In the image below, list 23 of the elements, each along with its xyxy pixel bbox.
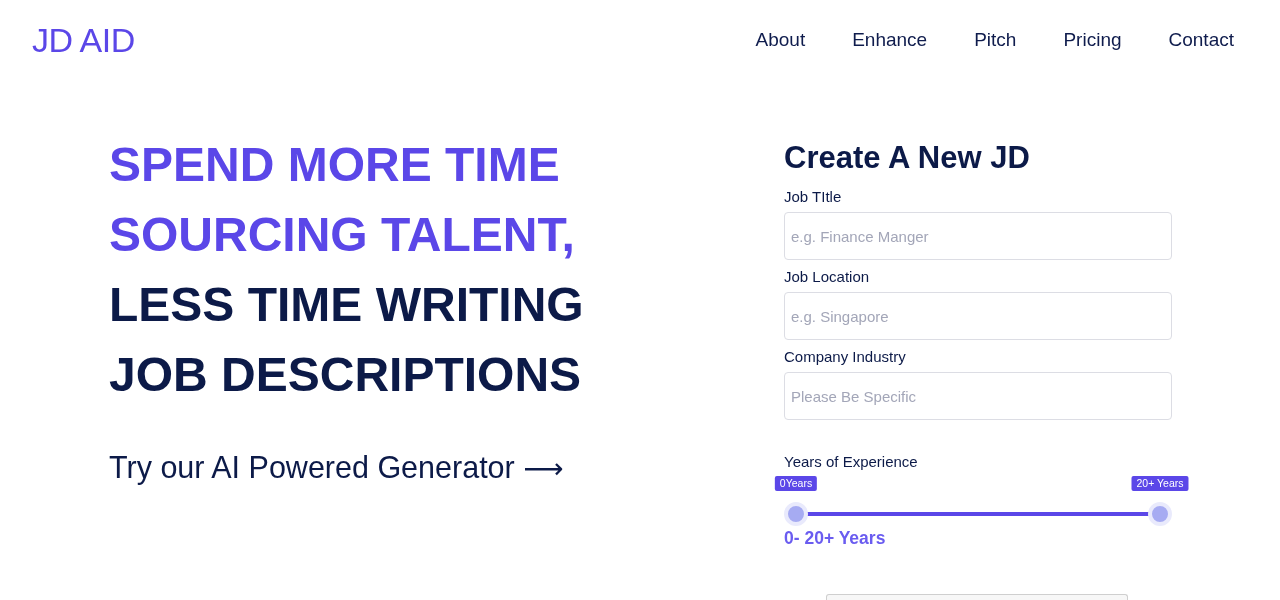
field-label: Years of Experience [784, 452, 918, 472]
hero-headline: SPEND MORE TIME SOURCING TALENT, LESS TIME WRITING JOB DESCRIPTIONS [109, 137, 584, 403]
nav-link[interactable]: Contact [1168, 28, 1234, 52]
nav-link[interactable]: About [755, 28, 806, 52]
generator-link[interactable]: Try our AI Powered Generator ⟶ [109, 447, 564, 489]
text-input-field[interactable]: Please Be Specific [784, 372, 1172, 420]
nav-link[interactable]: Pitch [974, 28, 1017, 52]
logo[interactable]: JD AID [32, 20, 135, 60]
field-label: Job Location [784, 267, 870, 287]
nav-link[interactable]: Enhance [852, 28, 928, 52]
form-title: Create A New JD [784, 140, 1030, 176]
field-label: Company Industry [784, 347, 906, 367]
text-input-field[interactable]: e.g. Finance Manger [784, 212, 1172, 260]
thumb-tooltip: 0Years [774, 476, 818, 491]
text-input-field[interactable]: e.g. Singapore [784, 292, 1172, 340]
form-button[interactable] [826, 594, 1128, 600]
range-thumb[interactable] [1148, 502, 1172, 526]
nav-link[interactable]: Pricing [1063, 28, 1122, 52]
thumb-tooltip: 20+ Years [1131, 476, 1189, 491]
arrow-icon: ⟶ [523, 452, 564, 485]
range-thumb[interactable] [784, 502, 808, 526]
field-label: Job TItle [784, 187, 842, 207]
experience-range-value: 0- 20+ Years [784, 527, 886, 549]
